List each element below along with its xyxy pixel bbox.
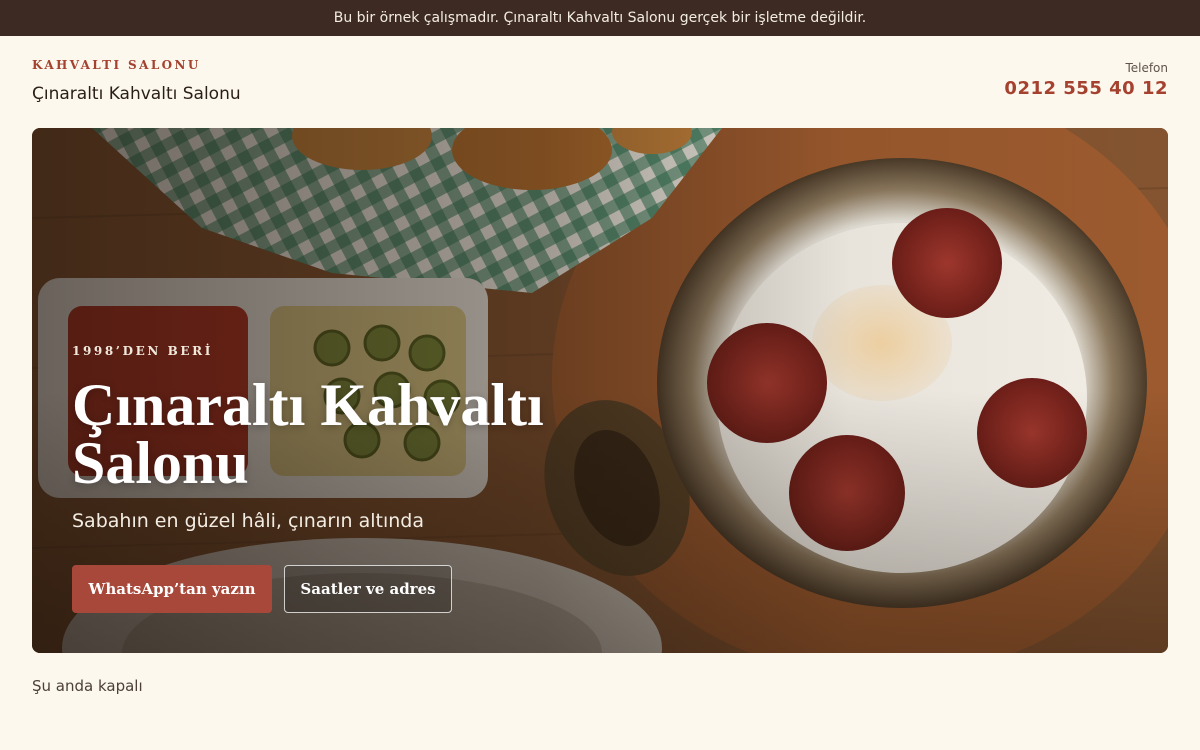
hero-section: 1998’DEN BERİ Çınaraltı Kahvaltı Salonu … — [32, 128, 1168, 653]
hero-subtitle: Sabahın en güzel hâli, çınarın altında — [72, 510, 424, 532]
hours-address-button[interactable]: Saatler ve adres — [284, 565, 452, 613]
whatsapp-button[interactable]: WhatsApp’tan yazın — [72, 565, 272, 613]
demo-notice-text: Bu bir örnek çalışmadır. Çınaraltı Kahva… — [333, 10, 867, 26]
site-header: KAHVALTI SALONU Çınaraltı Kahvaltı Salon… — [32, 54, 1168, 110]
hero-title: Çınaraltı Kahvaltı Salonu — [72, 372, 544, 496]
brand-eyebrow: KAHVALTI SALONU — [32, 58, 201, 72]
hero-eyebrow: 1998’DEN BERİ — [72, 344, 213, 358]
demo-notice-banner: Bu bir örnek çalışmadır. Çınaraltı Kahva… — [0, 0, 1200, 36]
phone-number-link[interactable]: 0212 555 40 12 — [1004, 78, 1168, 99]
phone-label: Telefon — [1125, 61, 1168, 75]
open-status-text: Şu anda kapalı — [32, 677, 143, 695]
brand-name-link[interactable]: Çınaraltı Kahvaltı Salonu — [32, 84, 241, 104]
